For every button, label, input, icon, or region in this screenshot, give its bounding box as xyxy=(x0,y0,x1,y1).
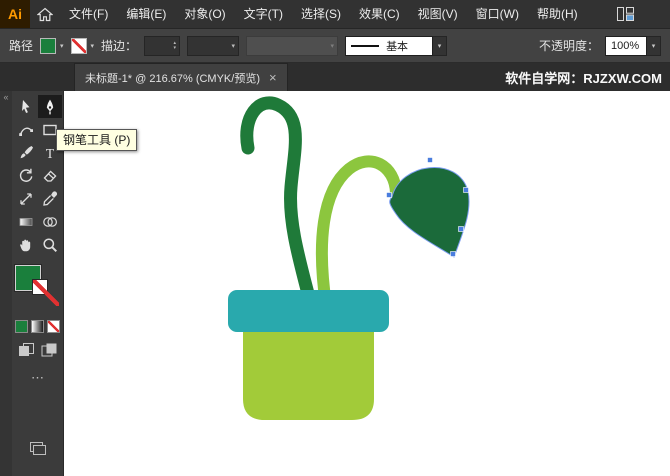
eyedropper-icon xyxy=(42,190,57,206)
artboard-canvas[interactable] xyxy=(64,91,670,476)
home-icon[interactable] xyxy=(30,0,60,28)
shape-builder-tool[interactable] xyxy=(38,210,62,233)
selection-tool[interactable] xyxy=(14,95,38,118)
watermark-text: 软件自学网：RJZXW.COM xyxy=(505,70,662,86)
pot-rim[interactable] xyxy=(228,290,389,332)
fill-color-swatch[interactable] xyxy=(40,37,57,54)
anchor-point[interactable] xyxy=(386,192,392,198)
chevron-down-icon: ▾ xyxy=(330,42,335,50)
document-tab-title: 未标题-1* @ 216.67% (CMYK/预览) xyxy=(85,72,260,85)
menu-help[interactable]: 帮助(H) xyxy=(528,1,587,28)
scale-tool[interactable] xyxy=(14,187,38,210)
illustrator-window: Ai 文件(F) 编辑(E) 对象(O) 文字(T) 选择(S) 效果(C) 视… xyxy=(0,0,670,476)
eyedropper-tool[interactable] xyxy=(38,187,62,210)
tools-panel: « T ⋯ xyxy=(0,91,64,476)
eraser-tool[interactable] xyxy=(38,164,62,187)
rotate-tool[interactable] xyxy=(14,164,38,187)
draw-normal-icon[interactable] xyxy=(18,343,34,362)
stroke-weight-field[interactable]: ▴ ▾ xyxy=(144,35,181,56)
rotate-icon xyxy=(19,168,32,182)
paintbrush-tool[interactable] xyxy=(14,141,38,164)
variable-width-dropdown[interactable]: ▾ xyxy=(187,35,240,56)
fill-dropdown-icon[interactable]: ▾ xyxy=(60,42,64,50)
curvature-icon xyxy=(18,127,33,136)
document-tab[interactable]: 未标题-1* @ 216.67% (CMYK/预览) × xyxy=(74,63,288,91)
paintbrush-icon xyxy=(20,145,33,158)
zoom-tool[interactable] xyxy=(38,233,62,256)
menu-file[interactable]: 文件(F) xyxy=(60,1,117,28)
none-button[interactable] xyxy=(47,320,60,333)
fill-stroke-indicator xyxy=(14,265,62,311)
selection-arrow-icon xyxy=(21,99,29,113)
anchor-point[interactable] xyxy=(450,251,456,257)
menu-view[interactable]: 视图(V) xyxy=(409,1,467,28)
stroke-weight-label: 描边： xyxy=(101,39,138,53)
brush-definition-dropdown[interactable]: 基本 ▾ xyxy=(345,35,448,56)
workspace-switcher-icon[interactable] xyxy=(617,7,634,21)
stroke-color-swatch[interactable] xyxy=(70,37,87,54)
svg-text:T: T xyxy=(45,145,54,160)
opacity-field[interactable]: 100% ▾ xyxy=(605,35,661,56)
control-bar: 路径 ▾ ▾ 描边： ▴ ▾ ▾ ▾ 基本 ▾ 不透明度： 100% ▾ xyxy=(0,29,670,63)
menu-effect[interactable]: 效果(C) xyxy=(350,1,409,28)
selection-type-label: 路径 xyxy=(9,39,34,53)
anchor-point[interactable] xyxy=(463,187,469,193)
color-button[interactable] xyxy=(15,320,28,333)
plant-leaf[interactable] xyxy=(389,167,470,258)
menu-select[interactable]: 选择(S) xyxy=(292,1,350,28)
curvature-tool[interactable] xyxy=(14,118,38,141)
menu-object[interactable]: 对象(O) xyxy=(175,1,234,28)
chevron-down-icon: ▾ xyxy=(647,35,661,56)
anchor-point[interactable] xyxy=(427,157,433,163)
stroke-dropdown-icon[interactable]: ▾ xyxy=(91,42,95,50)
brush-name: 基本 xyxy=(386,40,409,53)
collapse-panel-icon[interactable]: « xyxy=(3,92,8,102)
hand-icon xyxy=(19,239,30,251)
chevron-down-icon: ▾ xyxy=(231,42,236,50)
plant-stem-light[interactable] xyxy=(315,155,402,311)
color-mode-buttons xyxy=(15,320,60,333)
menu-bar: Ai 文件(F) 编辑(E) 对象(O) 文字(T) 选择(S) 效果(C) 视… xyxy=(0,0,670,29)
menu-type[interactable]: 文字(T) xyxy=(235,1,292,28)
tool-grid: T xyxy=(14,95,62,256)
stroke-weight-spinner[interactable]: ▴ ▾ xyxy=(171,40,180,51)
panel-collapse-strip[interactable]: « xyxy=(0,91,12,476)
eraser-icon xyxy=(43,169,57,182)
plant-stem-dark[interactable] xyxy=(240,96,318,312)
screen-mode-icon[interactable] xyxy=(29,442,46,460)
chevron-down-icon: ▾ xyxy=(433,35,448,56)
shape-builder-icon xyxy=(42,216,57,227)
brush-stroke-preview xyxy=(351,44,380,47)
gradient-button[interactable] xyxy=(31,320,44,333)
plant-illustration xyxy=(228,96,470,420)
app-logo: Ai xyxy=(0,0,30,28)
width-profile-dropdown-disabled: ▾ xyxy=(246,35,339,56)
tool-tooltip: 钢笔工具 (P) xyxy=(56,129,138,151)
hand-tool[interactable] xyxy=(14,233,38,256)
scale-icon xyxy=(19,192,32,205)
stroke-none-indicator[interactable] xyxy=(32,280,59,306)
document-tab-bar: 未标题-1* @ 216.67% (CMYK/预览) × 软件自学网：RJZXW… xyxy=(0,63,670,91)
gradient-tool[interactable] xyxy=(14,210,38,233)
anchor-point[interactable] xyxy=(458,226,464,232)
zoom-icon xyxy=(42,237,57,252)
opacity-label: 不透明度： xyxy=(538,39,599,53)
pen-nib-icon xyxy=(46,99,53,114)
menu-edit[interactable]: 编辑(E) xyxy=(117,1,175,28)
opacity-value: 100% xyxy=(605,35,647,56)
pot-body[interactable] xyxy=(243,332,374,420)
close-icon[interactable]: × xyxy=(269,71,277,84)
pen-tool[interactable] xyxy=(37,95,62,118)
edit-toolbar-icon[interactable]: ⋯ xyxy=(31,371,44,384)
drawing-mode-buttons xyxy=(18,343,57,362)
draw-behind-icon[interactable] xyxy=(41,343,57,362)
menu-window[interactable]: 窗口(W) xyxy=(467,1,528,28)
gradient-icon xyxy=(19,217,32,226)
